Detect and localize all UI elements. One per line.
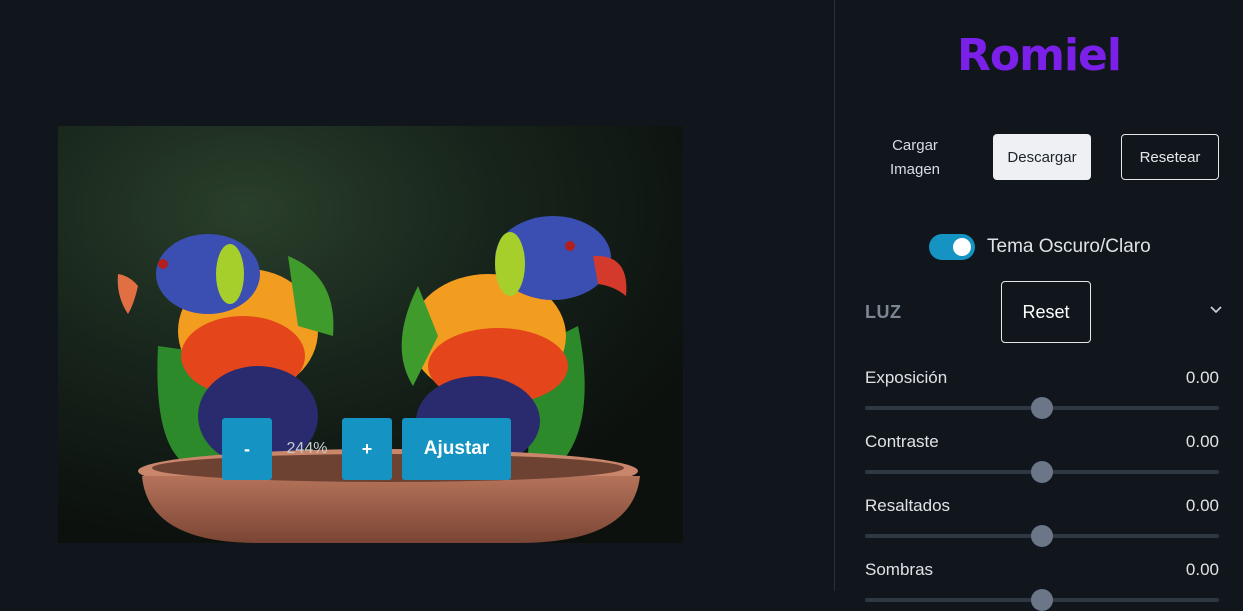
section-reset-button[interactable]: Reset — [1001, 281, 1091, 343]
adjustments-panel: Romiel Cargar Imagen Descargar Resetear … — [834, 0, 1243, 611]
reset-all-button[interactable]: Resetear — [1121, 134, 1219, 180]
slider-highlights: Resaltados 0.00 — [865, 496, 1219, 547]
canvas-area: - 244% + Ajustar — [0, 0, 834, 591]
slider-label: Sombras — [865, 560, 934, 579]
fit-button[interactable]: Ajustar — [402, 418, 511, 480]
slider-contrast: Contraste 0.00 — [865, 432, 1219, 483]
theme-toggle-switch[interactable] — [929, 234, 975, 260]
theme-toggle-row: Tema Oscuro/Claro — [929, 234, 1151, 260]
slider-thumb[interactable] — [1031, 397, 1053, 419]
slider-track[interactable] — [865, 461, 1219, 483]
section-title: LUZ — [865, 302, 902, 322]
zoom-in-button[interactable]: + — [342, 418, 392, 480]
edited-photo[interactable] — [58, 126, 683, 543]
parrots-image — [58, 126, 683, 543]
chevron-down-icon[interactable] — [1209, 303, 1223, 317]
slider-track[interactable] — [865, 397, 1219, 419]
slider-track[interactable] — [865, 589, 1219, 611]
slider-thumb[interactable] — [1031, 525, 1053, 547]
zoom-level: 244% — [286, 440, 328, 457]
load-image-button[interactable]: Cargar Imagen — [881, 134, 949, 182]
brand-logo: Romiel — [957, 30, 1122, 81]
download-button[interactable]: Descargar — [993, 134, 1091, 180]
zoom-out-button[interactable]: - — [222, 418, 272, 480]
slider-track[interactable] — [865, 525, 1219, 547]
theme-toggle-label: Tema Oscuro/Claro — [987, 236, 1151, 257]
slider-thumb[interactable] — [1031, 589, 1053, 611]
slider-label: Contraste — [865, 432, 939, 451]
zoom-controls: - 244% + Ajustar — [222, 418, 511, 480]
slider-value: 0.00 — [1185, 368, 1219, 387]
slider-value: 0.00 — [1185, 496, 1219, 515]
light-section-header: LUZ Reset — [865, 281, 1223, 343]
slider-label: Resaltados — [865, 496, 951, 515]
slider-value: 0.00 — [1185, 432, 1219, 451]
slider-label: Exposición — [865, 368, 948, 387]
slider-shadows: Sombras 0.00 — [865, 560, 1219, 611]
slider-thumb[interactable] — [1031, 461, 1053, 483]
slider-exposure: Exposición 0.00 — [865, 368, 1219, 419]
toggle-knob — [953, 238, 971, 256]
slider-value: 0.00 — [1185, 560, 1219, 579]
